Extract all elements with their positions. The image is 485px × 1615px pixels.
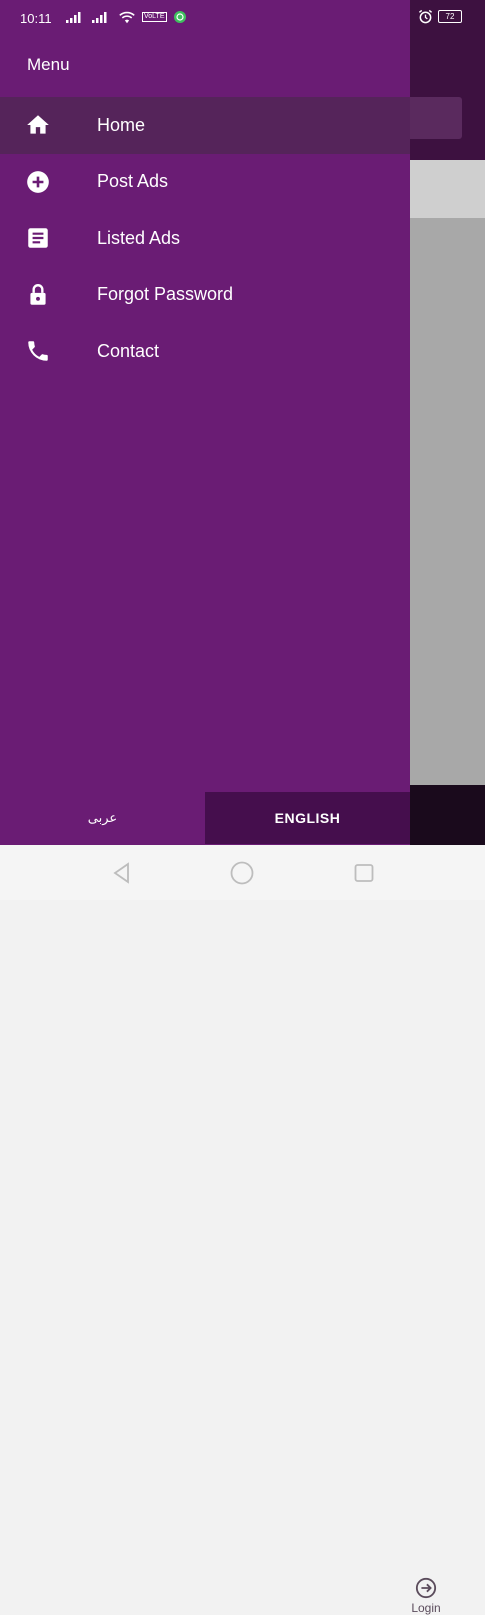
home-icon [25,112,51,138]
drawer-title: Menu [27,55,70,74]
drawer-menu-list: Home Post Ads Listed Ads Forgot Password… [0,97,410,380]
back-icon[interactable] [112,862,132,884]
menu-item-post-ads[interactable]: Post Ads [0,154,410,211]
status-time: 10:11 [20,11,52,26]
menu-item-listed-ads[interactable]: Listed Ads [0,210,410,267]
navigation-drawer: 10:11 VoLTE 72 Menu Home Post Ads Listed… [0,0,462,845]
article-icon [25,225,51,251]
phone-icon [25,338,51,364]
language-switcher: عربى ENGLISH [0,792,410,844]
menu-item-label: Post Ads [97,171,169,192]
whatsapp-notification-icon [173,11,186,23]
english-language-button[interactable]: ENGLISH [205,792,410,844]
menu-item-home[interactable]: Home [0,97,410,154]
menu-item-label: Forgot Password [97,284,234,305]
menu-item-label: Home [97,114,146,135]
arabic-language-label: عربى [87,810,118,825]
signal-icon [66,12,81,23]
login-icon [415,1577,437,1599]
menu-item-contact[interactable]: Contact [0,323,410,380]
menu-item-label: Listed Ads [97,227,181,248]
recents-icon[interactable] [354,864,374,882]
status-right-icons: 72 [418,9,462,24]
home-button-icon[interactable] [230,861,254,885]
menu-item-label: Contact [97,340,160,361]
menu-item-forgot-password[interactable]: Forgot Password [0,267,410,324]
background-login-label: Login [411,1601,441,1615]
status-bar: 10:11 VoLTE 72 [0,0,462,36]
english-language-label: ENGLISH [274,810,341,826]
lock-icon [25,282,51,308]
arabic-language-button[interactable]: عربى [0,792,205,844]
signal-icon [92,12,107,23]
add-circle-icon [25,169,51,195]
wifi-icon [119,11,135,23]
battery-icon: 72 [438,10,462,23]
alarm-icon [418,9,433,24]
volte-icon: VoLTE [142,12,167,22]
background-login-tab: Login [404,1575,448,1615]
status-icons: VoLTE [66,10,187,24]
